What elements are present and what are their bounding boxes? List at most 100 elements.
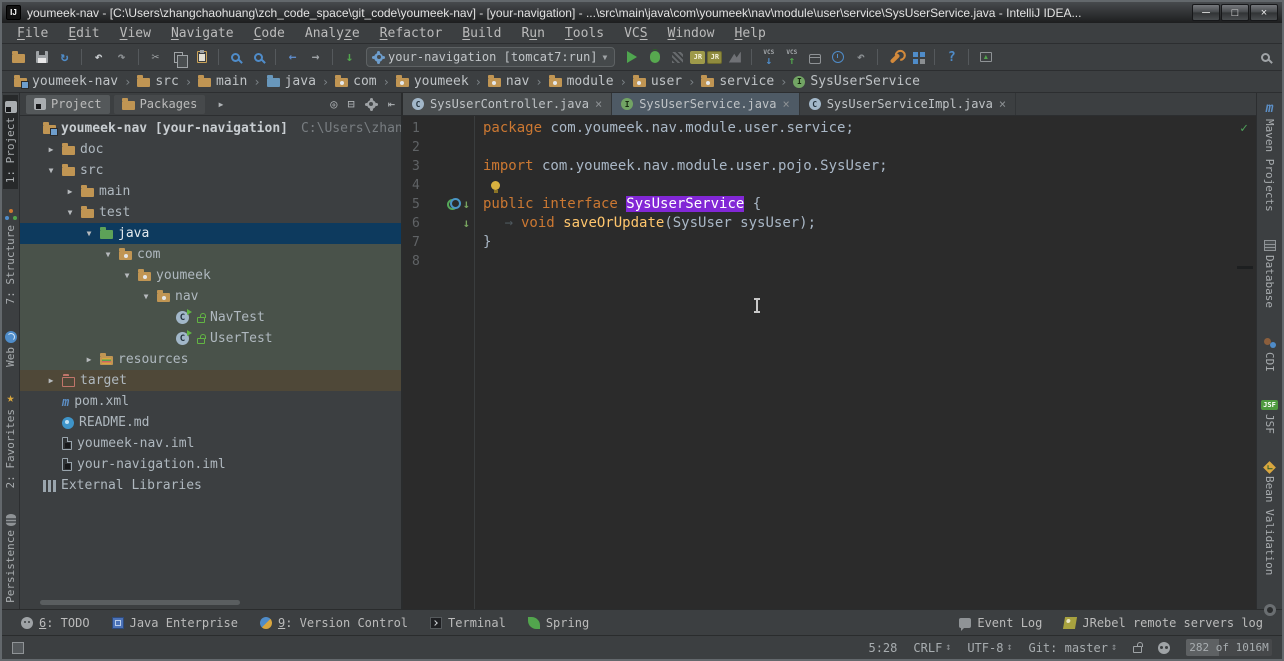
close-tab-icon[interactable]: × <box>999 97 1006 111</box>
error-stripe-mark[interactable] <box>1237 266 1253 269</box>
editor-tab-sysusercontroller-java[interactable]: C SysUserController.java × <box>403 93 613 115</box>
tree-row-youmeek-nav-your-navigation-[interactable]: youmeek-nav [your-navigation] C:\Users\zh… <box>20 118 401 139</box>
hide-panel-icon[interactable]: ⇤ <box>388 97 395 111</box>
tool-stripe-web[interactable]: Web <box>3 325 18 373</box>
project-settings-gear-icon[interactable] <box>366 99 376 109</box>
breadcrumb-item-java[interactable]: java <box>263 74 320 89</box>
breadcrumb-item-src[interactable]: src <box>133 74 182 89</box>
copy-icon[interactable] <box>168 46 189 68</box>
expanded-arrow-icon[interactable]: ▼ <box>83 229 95 238</box>
open-project-icon[interactable] <box>8 46 29 68</box>
tool-stripe-2-favorites[interactable]: ★ 2: Favorites <box>3 387 18 494</box>
replace-icon[interactable] <box>248 46 269 68</box>
tool-stripe-7-structure[interactable]: 7: Structure <box>3 203 18 310</box>
tool-stripe-persistence[interactable]: Persistence <box>3 508 18 609</box>
menu-vcs[interactable]: VCS <box>615 25 656 42</box>
paste-icon[interactable] <box>191 46 212 68</box>
commit-changes-icon[interactable]: VCS ↑ <box>781 46 802 68</box>
breadcrumb-item-service[interactable]: service <box>697 74 778 89</box>
packages-view-tab[interactable]: Packages <box>113 94 206 114</box>
breadcrumb-item-youmeek-nav[interactable]: youmeek-nav <box>10 74 122 89</box>
tree-row-youmeek[interactable]: ▼ youmeek <box>20 265 401 286</box>
run-icon[interactable] <box>621 46 642 68</box>
close-tab-icon[interactable]: × <box>595 97 602 111</box>
toolwindow-button-jrebel-remote-servers-log[interactable]: JRebel remote servers log <box>1055 614 1272 632</box>
project-structure-icon[interactable] <box>907 46 928 68</box>
jrebel-executor-icon[interactable] <box>724 46 745 68</box>
line-number[interactable]: 8 <box>403 252 429 271</box>
debug-with-jrebel-icon[interactable]: JR <box>707 50 723 64</box>
close-button[interactable]: × <box>1250 4 1278 21</box>
toolwindow-button-9-version-control[interactable]: 9: Version Control <box>251 614 417 632</box>
minimize-button[interactable]: ─ <box>1192 4 1220 21</box>
run-configuration-select[interactable]: your-navigation [tomcat7:run] ▼ <box>366 47 616 67</box>
line-number[interactable]: 7 <box>403 233 429 252</box>
tool-stripe-1-project[interactable]: 1: Project <box>3 95 18 190</box>
menu-window[interactable]: Window <box>659 25 724 42</box>
menu-tools[interactable]: Tools <box>556 25 613 42</box>
tree-row-main[interactable]: ▶ main <box>20 181 401 202</box>
rollback-icon[interactable]: ↶ <box>850 46 871 68</box>
menu-run[interactable]: Run <box>512 25 553 42</box>
menu-refactor[interactable]: Refactor <box>371 25 452 42</box>
settings-icon[interactable] <box>884 46 905 68</box>
run-with-coverage-icon[interactable] <box>667 46 688 68</box>
line-number[interactable]: 3 <box>403 157 429 176</box>
expanded-arrow-icon[interactable]: ▼ <box>102 250 114 259</box>
view-chevron-icon[interactable]: ▸ <box>217 97 224 111</box>
editor-tab-sysuserservice-java[interactable]: I SysUserService.java × <box>612 93 800 115</box>
shelve-changes-icon[interactable] <box>804 46 825 68</box>
help-icon[interactable]: ? <box>941 46 962 68</box>
tree-row-src[interactable]: ▼ src <box>20 160 401 181</box>
code-editor[interactable]: 1 2 3 4 5 ↓ 6 ↓ 7 8 package com.youmeek.nav.modul… <box>403 116 1256 609</box>
update-project-icon[interactable]: VCS ↓ <box>758 46 779 68</box>
tree-row-youmeek-nav-iml[interactable]: youmeek-nav.iml <box>20 433 401 454</box>
tree-row-nav[interactable]: ▼ nav <box>20 286 401 307</box>
collapse-all-icon[interactable]: ⊟ <box>348 97 355 111</box>
tree-row-usertest[interactable]: C UserTest <box>20 328 401 349</box>
intention-bulb-icon[interactable] <box>491 180 500 193</box>
menu-navigate[interactable]: Navigate <box>162 25 243 42</box>
tool-stripe-bean-validation[interactable]: Bean Validation <box>1262 455 1277 581</box>
collapsed-arrow-icon[interactable]: ▶ <box>45 376 57 385</box>
collapsed-arrow-icon[interactable]: ▶ <box>64 187 76 196</box>
run-with-jrebel-icon[interactable]: JR <box>690 50 706 64</box>
project-horizontal-scrollbar[interactable] <box>40 600 240 605</box>
breadcrumb-item-main[interactable]: main <box>194 74 251 89</box>
tree-row-com[interactable]: ▼ com <box>20 244 401 265</box>
implemented-method-icon[interactable]: ↓ <box>463 198 470 211</box>
forward-icon[interactable]: → <box>305 46 326 68</box>
collapsed-arrow-icon[interactable]: ▶ <box>45 145 57 154</box>
maximize-button[interactable]: □ <box>1221 4 1249 21</box>
project-view-tab[interactable]: Project <box>26 94 110 114</box>
tool-stripe-maven-projects[interactable]: m Maven Projects <box>1262 97 1277 218</box>
menu-build[interactable]: Build <box>453 25 510 42</box>
tree-row-pom-xml[interactable]: m pom.xml <box>20 391 401 412</box>
deploy-icon[interactable] <box>975 46 996 68</box>
line-number[interactable]: 1 <box>403 119 429 138</box>
caret-position[interactable]: 5:28 <box>868 641 897 655</box>
undo-icon[interactable]: ↶ <box>88 46 109 68</box>
tree-row-resources[interactable]: ▶ resources <box>20 349 401 370</box>
line-numbers-icon[interactable]: ↓ <box>339 46 360 68</box>
close-tab-icon[interactable]: × <box>782 97 789 111</box>
tool-stripe-jsf[interactable]: JSF JSF <box>1260 394 1279 440</box>
tree-row-doc[interactable]: ▶ doc <box>20 139 401 160</box>
synchronize-icon[interactable]: ↻ <box>54 46 75 68</box>
tool-stripe-cdi[interactable]: CDI <box>1262 330 1277 378</box>
menu-analyze[interactable]: Analyze <box>296 25 369 42</box>
back-icon[interactable]: ← <box>282 46 303 68</box>
menu-file[interactable]: File <box>8 25 57 42</box>
locate-file-icon[interactable]: ◎ <box>330 97 337 111</box>
find-icon[interactable] <box>225 46 246 68</box>
toolwindow-button-spring[interactable]: Spring <box>519 614 598 632</box>
menu-edit[interactable]: Edit <box>59 25 108 42</box>
hector-inspections-icon[interactable] <box>1158 641 1170 654</box>
menu-help[interactable]: Help <box>726 25 775 42</box>
redo-icon[interactable]: ↷ <box>111 46 132 68</box>
expanded-arrow-icon[interactable]: ▼ <box>45 166 57 175</box>
tree-row-java[interactable]: ▼ java <box>20 223 401 244</box>
breadcrumb-item-nav[interactable]: nav <box>484 74 533 89</box>
breadcrumb-item-module[interactable]: module <box>545 74 618 89</box>
inspection-ok-icon[interactable]: ✓ <box>1240 119 1248 138</box>
